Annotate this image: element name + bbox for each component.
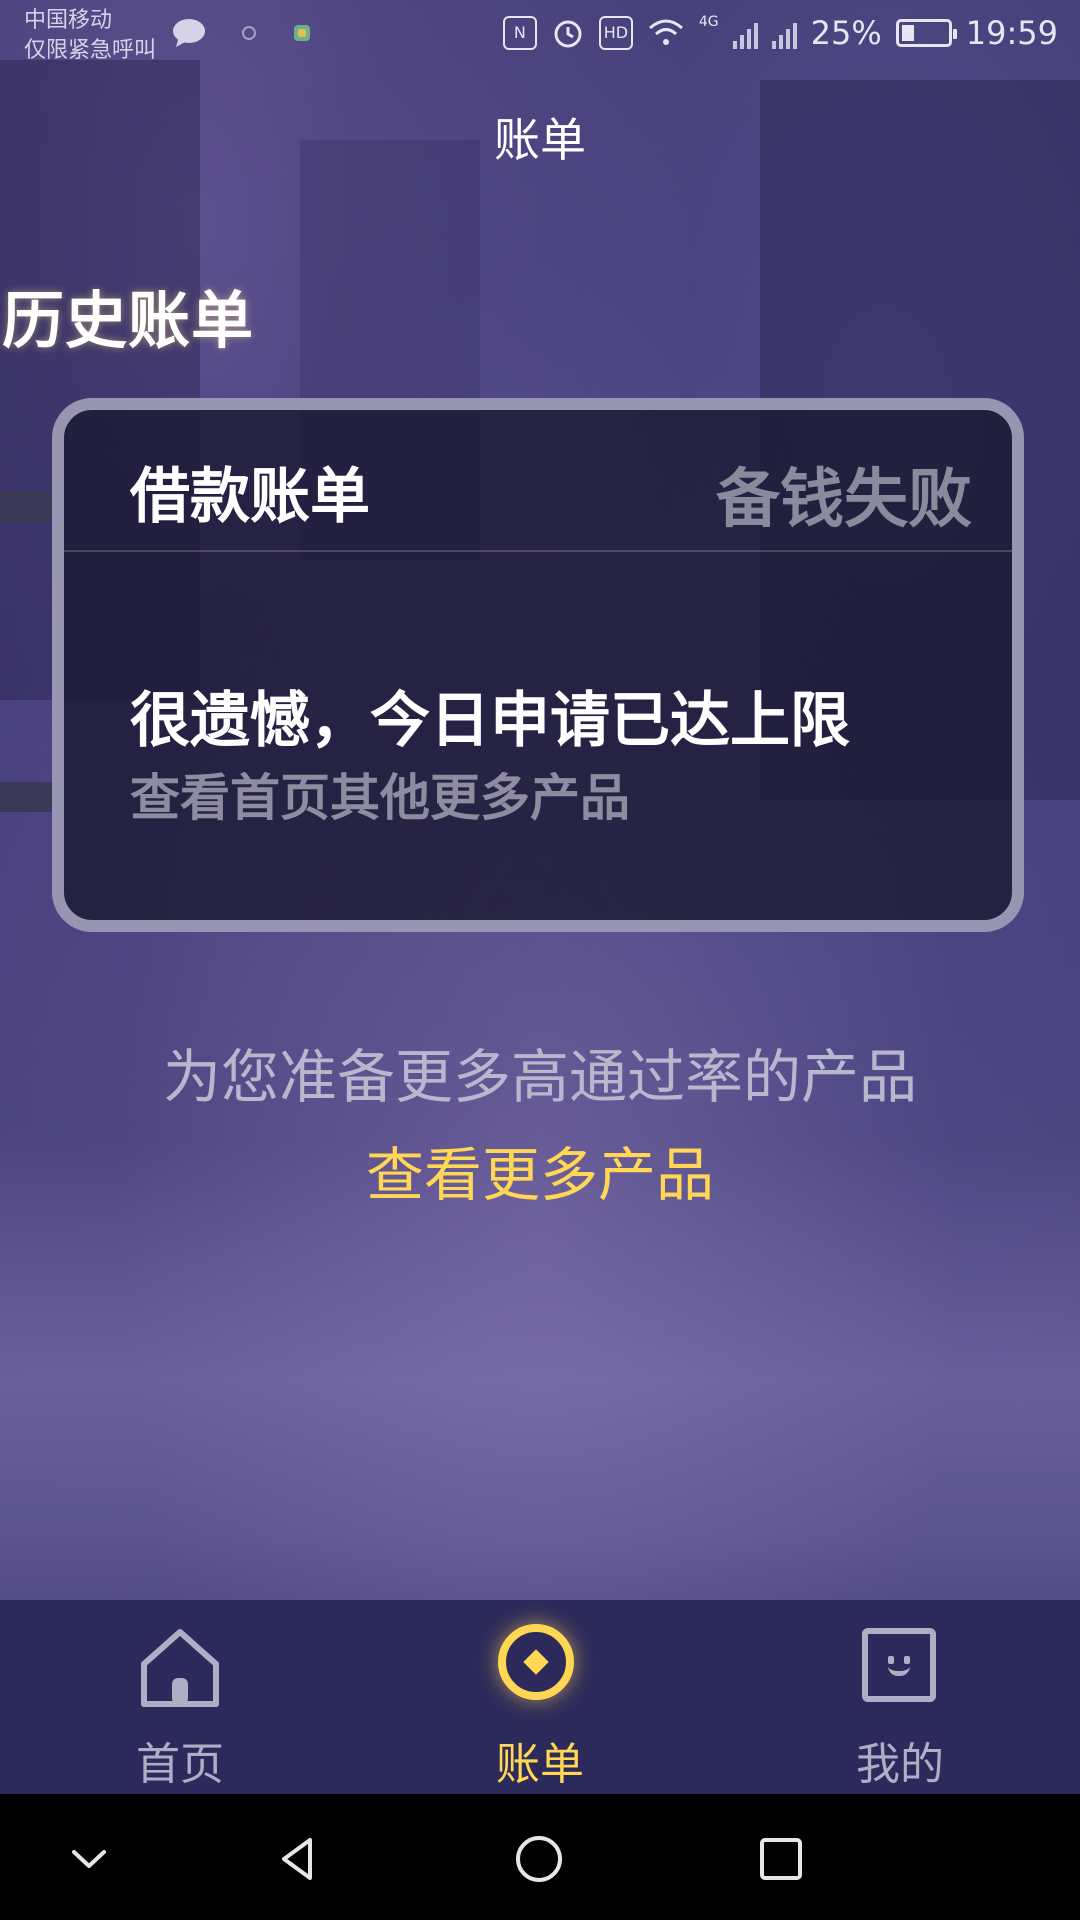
section-title: 历史账单 [2,284,255,357]
wifi-icon [648,19,683,45]
page-title: 账单 [494,113,586,167]
card-title: 借款账单 [130,462,370,532]
carrier-status: 仅限紧急呼叫 [24,38,157,63]
profile-icon-smile [888,1666,910,1676]
signal-bar [778,35,783,49]
carrier-name: 中国移动 [24,8,113,33]
back-icon[interactable] [274,1834,324,1884]
loan-bill-card[interactable]: 借款账单 备钱失败 很遗憾，今日申请已达上限 查看首页其他更多产品 [52,398,1024,932]
signal-bar [785,29,790,49]
signal-bar [739,35,744,49]
profile-icon-eye [904,1656,910,1664]
card-status: 备钱失败 [716,463,972,537]
alarm-icon [554,20,582,48]
system-status-icons: N HD 4G 25% 19:59 [502,14,1058,52]
signal-bar [792,23,797,49]
card-left-tab [0,492,60,522]
tab-home-label: 首页 [136,1739,224,1790]
signal-bar [771,41,776,49]
status-bar: 中国移动 仅限紧急呼叫 N HD 4G 25% 19:59 [0,0,1080,72]
tab-bills[interactable]: 账单 [420,1600,660,1794]
card-header: 借款账单 备钱失败 [64,410,1012,552]
background-street [0,1140,1080,1620]
chat-icon [173,19,205,47]
tab-mine-label: 我的 [856,1739,944,1790]
notification-icons [172,18,312,48]
profile-icon [862,1628,936,1702]
tab-home[interactable]: 首页 [60,1600,300,1794]
profile-icon-eye [888,1656,894,1664]
bill-icon-diamond [523,1649,549,1675]
view-more-products-link[interactable]: 查看更多产品 [0,1128,1080,1212]
system-navigation-bar [0,1794,1080,1920]
card-message: 很遗憾，今日申请已达上限 [130,686,850,756]
app-notification-icon [294,25,310,41]
signal-bar [753,23,758,49]
sparkle-icon [242,26,256,40]
battery-level [901,25,914,41]
home-icon [141,1629,219,1707]
bottom-tab-bar: 首页 账单 我的 [0,1600,1080,1794]
card-sub-message: 查看首页其他更多产品 [130,769,630,827]
signal-strength-icon-sim2 [771,17,797,49]
recents-icon[interactable] [756,1834,806,1884]
clock: 19:59 [965,14,1058,52]
battery-icon [895,19,957,47]
home-circle-icon[interactable] [514,1834,564,1884]
tab-bills-label: 账单 [496,1739,584,1790]
battery-percent: 25% [810,14,882,52]
signal-strength-icon [732,17,758,49]
tab-mine[interactable]: 我的 [780,1600,1020,1794]
recommend-text: 为您准备更多高通过率的产品 [162,1043,917,1111]
signal-bar [732,41,737,49]
nfc-icon: N [502,16,537,50]
bill-icon [498,1624,574,1700]
network-type-label: 4G [698,14,719,30]
card-left-tab [0,782,60,812]
carrier-info: 中国移动 仅限紧急呼叫 [24,6,156,66]
signal-bar [746,29,751,49]
chevron-down-icon[interactable] [64,1834,114,1884]
hd-icon: HD [598,16,633,50]
